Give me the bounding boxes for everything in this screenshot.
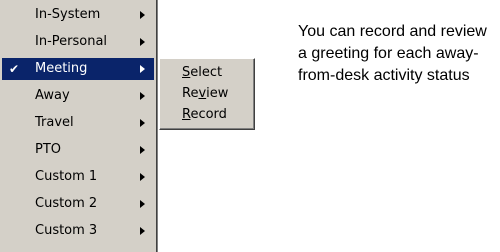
submenu-arrow-icon bbox=[140, 173, 145, 181]
submenu-item-label: Review bbox=[182, 86, 229, 101]
menu-item-custom-2[interactable]: Custom 2 bbox=[2, 193, 154, 215]
submenu-arrow-icon bbox=[140, 11, 145, 19]
submenu-arrow-icon bbox=[140, 119, 145, 127]
submenu-arrow-icon bbox=[140, 227, 145, 235]
menu-item-label: Custom 1 bbox=[35, 169, 98, 184]
greeting-submenu: Select Review Record bbox=[159, 58, 255, 130]
caption-text: You can record and review a greeting for… bbox=[298, 23, 487, 84]
menu-item-pto[interactable]: PTO bbox=[2, 139, 154, 161]
submenu-arrow-icon bbox=[140, 146, 145, 154]
submenu-item-record[interactable]: Record bbox=[163, 104, 251, 125]
menu-item-away[interactable]: Away bbox=[2, 85, 154, 107]
menu-item-custom-3[interactable]: Custom 3 bbox=[2, 220, 154, 242]
check-icon: ✔ bbox=[8, 62, 20, 76]
submenu-arrow-icon bbox=[140, 92, 145, 100]
menu-item-travel[interactable]: Travel bbox=[2, 112, 154, 134]
menu-item-in-personal[interactable]: In-Personal bbox=[2, 31, 154, 53]
menu-item-in-system[interactable]: In-System bbox=[2, 4, 154, 26]
menu-item-label: Meeting bbox=[35, 61, 88, 76]
menu-item-label: Custom 2 bbox=[35, 196, 98, 211]
submenu-arrow-icon bbox=[140, 38, 145, 46]
submenu-item-review[interactable]: Review bbox=[163, 83, 251, 104]
menu-item-label: PTO bbox=[35, 142, 62, 157]
menu-item-label: In-Personal bbox=[35, 34, 108, 49]
menu-item-label: In-System bbox=[35, 7, 101, 22]
submenu-arrow-icon bbox=[140, 65, 145, 73]
submenu-item-label: Select bbox=[182, 65, 223, 80]
status-menu: In-System In-Personal ✔ Meeting Away Tra… bbox=[0, 0, 158, 252]
menu-item-custom-1[interactable]: Custom 1 bbox=[2, 166, 154, 188]
submenu-arrow-icon bbox=[140, 200, 145, 208]
submenu-item-label: Record bbox=[182, 107, 227, 122]
menu-item-label: Travel bbox=[35, 115, 74, 130]
submenu-item-select[interactable]: Select bbox=[163, 62, 251, 83]
menu-item-meeting[interactable]: ✔ Meeting bbox=[2, 58, 154, 80]
menu-item-label: Custom 3 bbox=[35, 223, 98, 238]
menu-item-label: Away bbox=[35, 88, 70, 103]
